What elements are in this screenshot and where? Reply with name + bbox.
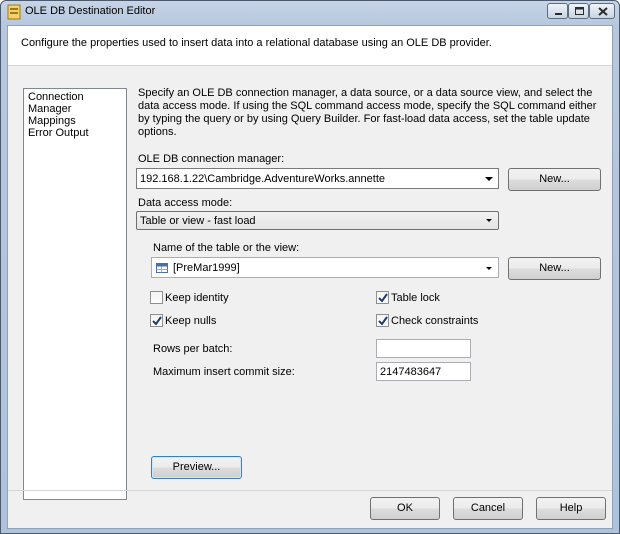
data-access-mode-label: Data access mode: [138,197,233,209]
cancel-button[interactable]: Cancel [453,497,523,520]
help-button[interactable]: Help [536,497,606,520]
check-constraints-checkbox[interactable] [376,314,389,327]
keep-nulls-checkbox[interactable] [150,314,163,327]
dialog-client-area: Configure the properties used to insert … [7,25,613,529]
rows-per-batch-label: Rows per batch: [153,343,233,355]
max-insert-commit-size-input[interactable]: 2147483647 [376,362,471,381]
page-description: Specify an OLE DB connection manager, a … [138,87,597,138]
checkmark-icon [152,316,162,326]
chevron-down-icon[interactable] [480,169,498,188]
ok-button[interactable]: OK [370,497,440,520]
keep-identity-label: Keep identity [165,292,229,304]
data-access-mode-value: Table or view - fast load [140,215,256,227]
header-band: Configure the properties used to insert … [8,26,612,66]
keep-nulls-label: Keep nulls [165,315,217,327]
ssis-app-icon [7,4,21,20]
preview-button[interactable]: Preview... [151,456,242,479]
table-name-label: Name of the table or the view: [153,242,300,254]
data-access-mode-select[interactable]: Table or view - fast load [136,211,499,230]
maximize-button[interactable] [568,3,589,19]
minimize-button[interactable] [547,3,568,19]
table-name-value: [PreMar1999] [173,262,240,274]
keep-identity-checkbox[interactable] [150,291,163,304]
chevron-down-icon[interactable] [480,212,498,229]
page-navigation-list: Connection Manager Mappings Error Output [23,88,127,500]
checkmark-icon [378,293,388,303]
table-lock-checkbox[interactable] [376,291,389,304]
checkmark-icon [378,316,388,326]
window-title: OLE DB Destination Editor [25,5,156,17]
check-constraints-label: Check constraints [391,315,479,327]
new-table-button[interactable]: New... [508,257,601,280]
nav-item-connection-manager[interactable]: Connection Manager [28,91,126,115]
table-lock-label: Table lock [391,292,440,304]
title-bar[interactable]: OLE DB Destination Editor [1,1,619,23]
connection-manager-label: OLE DB connection manager: [138,153,285,165]
connection-manager-value: 192.168.1.22\Cambridge.AdventureWorks.an… [140,173,386,185]
connection-manager-combo[interactable]: 192.168.1.22\Cambridge.AdventureWorks.an… [136,168,499,189]
max-insert-commit-size-label: Maximum insert commit size: [153,366,295,378]
footer-separator [8,490,612,491]
chevron-down-icon[interactable] [480,258,498,277]
max-insert-commit-size-value: 2147483647 [380,366,442,378]
rows-per-batch-input[interactable] [376,339,471,358]
new-connection-button[interactable]: New... [508,168,601,191]
dialog-window: OLE DB Destination Editor Configure the … [0,0,620,534]
table-name-combo[interactable]: [PreMar1999] [151,257,499,278]
header-description: Configure the properties used to insert … [21,37,492,49]
nav-item-error-output[interactable]: Error Output [28,127,126,139]
table-icon [156,263,168,276]
close-button[interactable] [589,3,615,19]
nav-item-mappings[interactable]: Mappings [28,115,126,127]
